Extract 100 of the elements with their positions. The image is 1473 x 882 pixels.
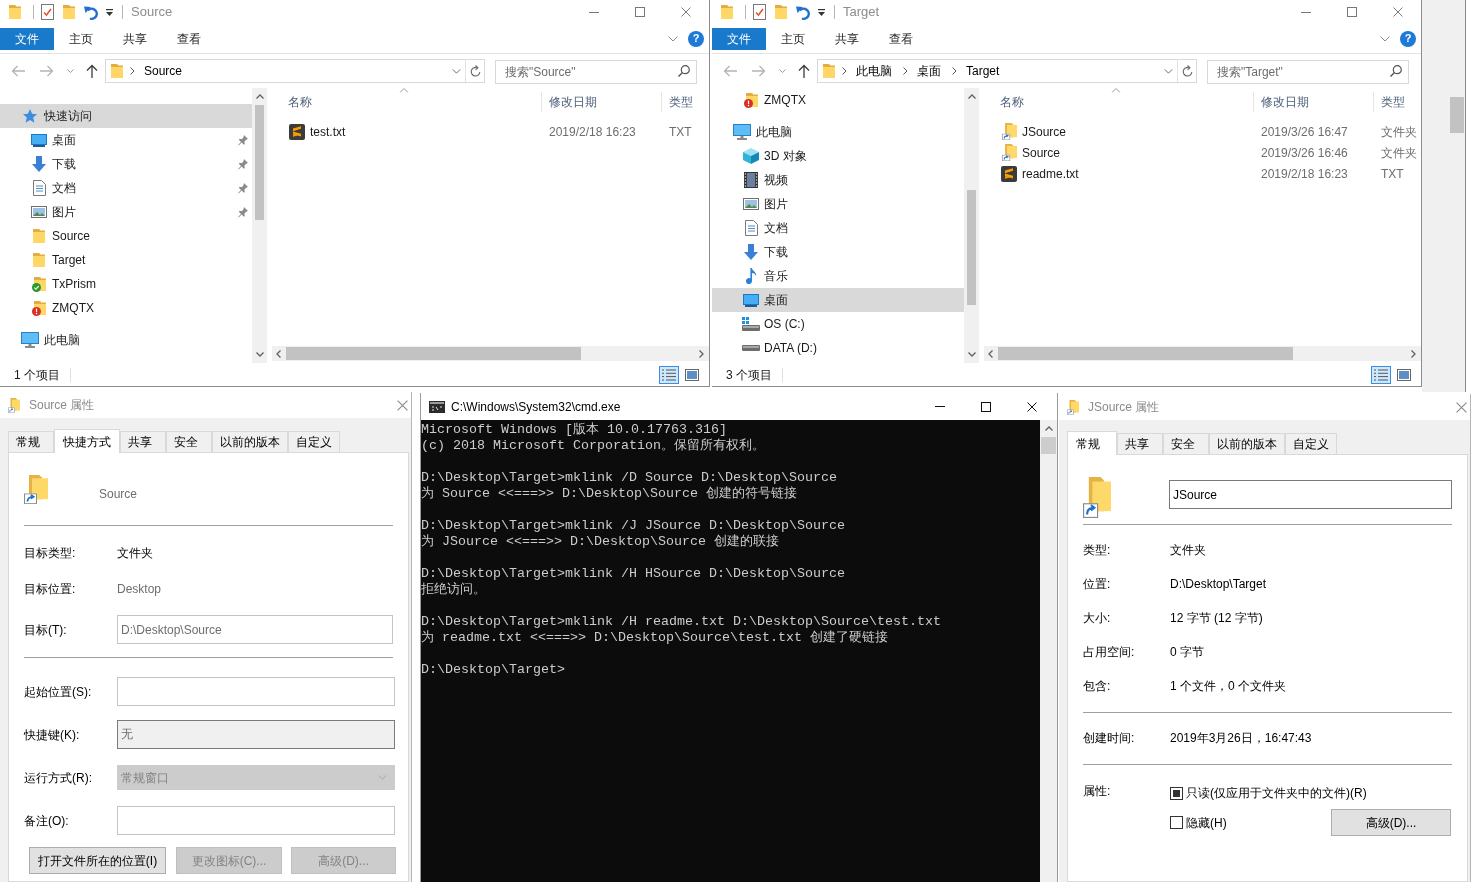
breadcrumb[interactable]: Source — [144, 62, 183, 80]
scrollbar-thumb[interactable] — [1041, 437, 1056, 454]
nav-item[interactable]: 3D 对象 — [712, 144, 964, 168]
nav-item[interactable]: ZMQTX — [712, 88, 964, 112]
scrollbar[interactable] — [252, 88, 267, 363]
scroll-up-icon[interactable] — [1044, 426, 1053, 431]
scroll-right-icon[interactable] — [699, 349, 704, 358]
file-name[interactable]: readme.txt — [1022, 164, 1079, 183]
folder-icon[interactable] — [775, 5, 787, 19]
refresh-icon[interactable] — [469, 65, 481, 77]
scroll-up-icon[interactable] — [255, 94, 264, 99]
forward-arrow-icon[interactable] — [752, 65, 766, 77]
nav-item[interactable]: 下载 — [712, 240, 964, 264]
nav-item[interactable]: OS (C:) — [712, 312, 964, 336]
tab[interactable]: 常规 — [1067, 431, 1117, 455]
checkbox-label[interactable]: 只读(仅应用于文件夹中的文件)(R) — [1186, 784, 1367, 802]
folder-icon[interactable] — [63, 5, 75, 19]
breadcrumb[interactable]: 此电脑 — [856, 62, 892, 80]
column-header[interactable]: 类型 — [1374, 91, 1421, 112]
scrollbar-thumb[interactable] — [998, 347, 1293, 360]
nav-item[interactable]: Source — [0, 224, 252, 248]
nav-item[interactable]: 文档 — [712, 216, 964, 240]
tab[interactable]: 共享 — [1117, 433, 1163, 454]
undo-icon[interactable] — [84, 4, 99, 20]
tab[interactable]: 常规 — [8, 431, 54, 452]
column-header[interactable]: 名称 — [979, 91, 1254, 112]
ribbon-tab[interactable]: 主页 — [766, 27, 820, 50]
column-header[interactable]: 修改日期 — [542, 91, 662, 112]
tab[interactable]: 安全 — [166, 431, 212, 452]
back-arrow-icon[interactable] — [11, 65, 25, 77]
scrollbar-thumb[interactable] — [1450, 97, 1464, 133]
nav-item[interactable]: TxPrism — [0, 272, 252, 296]
text-field[interactable] — [117, 677, 395, 706]
dropdown-icon[interactable] — [818, 8, 825, 16]
column-header[interactable]: 修改日期 — [1254, 91, 1374, 112]
column-header[interactable]: 名称 — [267, 91, 542, 112]
checkbox[interactable] — [1170, 816, 1183, 829]
dialog-button[interactable]: 打开文件所在的位置(I) — [29, 847, 166, 874]
tab[interactable]: 以前的版本 — [1209, 433, 1285, 454]
nav-item[interactable]: 此电脑 — [712, 120, 964, 144]
back-arrow-icon[interactable] — [723, 65, 737, 77]
forward-arrow-icon[interactable] — [40, 65, 54, 77]
up-arrow-icon[interactable] — [798, 64, 810, 78]
breadcrumb[interactable]: 桌面 — [917, 62, 941, 80]
tab[interactable]: 快捷方式 — [54, 429, 120, 453]
address-bar[interactable]: Source — [105, 59, 485, 83]
details-view-button[interactable] — [1371, 365, 1391, 384]
scroll-up-icon[interactable] — [967, 94, 976, 99]
up-arrow-icon[interactable] — [86, 64, 98, 78]
scrollbar[interactable] — [964, 88, 979, 363]
nav-item[interactable]: 桌面 — [0, 128, 252, 152]
checkbox[interactable] — [1170, 786, 1183, 800]
checkbox-label[interactable]: 隐藏(H) — [1186, 813, 1227, 832]
help-button[interactable]: ? — [688, 30, 704, 47]
ribbon-tab[interactable]: 共享 — [820, 27, 874, 50]
ribbon-tab[interactable]: 文件 — [0, 27, 54, 50]
text-field[interactable] — [117, 806, 395, 835]
scroll-left-icon[interactable] — [276, 349, 281, 358]
nav-item[interactable]: 下载 — [0, 152, 252, 176]
nav-item[interactable]: DATA (D:) — [712, 336, 964, 360]
search-icon[interactable] — [678, 65, 690, 77]
nav-item[interactable]: 快速访问 — [0, 104, 252, 128]
checklist-icon[interactable] — [41, 4, 54, 20]
nav-item[interactable]: 图片 — [712, 192, 964, 216]
chevron-down-icon[interactable] — [1164, 68, 1173, 74]
ribbon-tab[interactable]: 共享 — [108, 27, 162, 50]
tab[interactable]: 自定义 — [1285, 433, 1337, 454]
scrollbar-thumb[interactable] — [286, 347, 581, 360]
tab[interactable]: 自定义 — [288, 431, 340, 452]
scrollbar[interactable] — [984, 346, 1421, 361]
scroll-right-icon[interactable] — [1411, 349, 1416, 358]
dropdown-icon[interactable] — [106, 8, 113, 16]
ribbon-tab[interactable]: 主页 — [54, 27, 108, 50]
ribbon-tab[interactable]: 查看 — [162, 27, 216, 50]
file-name[interactable]: JSource — [1022, 122, 1067, 141]
nav-item[interactable]: 视频 — [712, 168, 964, 192]
nav-item[interactable]: 图片 — [0, 200, 252, 224]
scroll-down-icon[interactable] — [255, 352, 264, 357]
scroll-left-icon[interactable] — [988, 349, 993, 358]
help-button[interactable]: ? — [1400, 30, 1416, 47]
nav-item[interactable]: 桌面 — [712, 288, 964, 312]
search-field[interactable]: 搜索"Source" — [495, 60, 697, 84]
checklist-icon[interactable] — [753, 4, 766, 20]
column-header[interactable]: 类型 — [662, 91, 709, 112]
nav-item[interactable]: 文档 — [0, 176, 252, 200]
search-icon[interactable] — [1390, 65, 1402, 77]
tab[interactable]: 以前的版本 — [212, 431, 288, 452]
chevron-down-icon[interactable] — [668, 35, 678, 42]
nav-item[interactable]: 音乐 — [712, 264, 964, 288]
nav-item[interactable]: Target — [0, 248, 252, 272]
advanced-button[interactable]: 高级(D)... — [1331, 809, 1451, 836]
tab[interactable]: 安全 — [1163, 433, 1209, 454]
nav-item[interactable]: ZMQTX — [0, 296, 252, 320]
breadcrumb[interactable]: Target — [966, 62, 1000, 80]
scrollbar[interactable] — [272, 346, 709, 361]
search-field[interactable]: 搜索"Target" — [1207, 60, 1409, 84]
file-name[interactable]: test.txt — [310, 122, 346, 141]
chevron-down-icon[interactable] — [452, 68, 461, 74]
refresh-icon[interactable] — [1181, 65, 1193, 77]
ribbon-tab[interactable]: 查看 — [874, 27, 928, 50]
